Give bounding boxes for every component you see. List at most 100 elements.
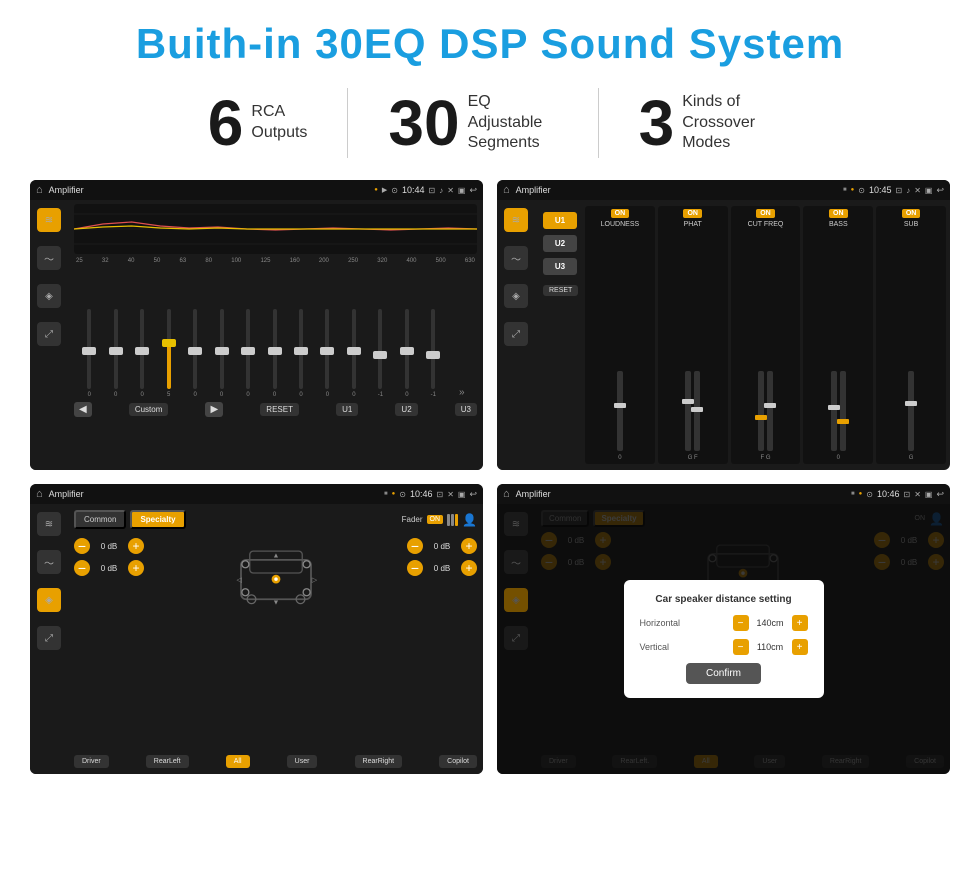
minus-rr[interactable]: − [407,560,423,576]
crossover-col-sub: ON SUB G [876,206,946,464]
eq-slider-11[interactable]: -1 [367,309,393,398]
wave-icon-3[interactable]: 〜 [37,550,61,574]
time-4: 10:46 [877,489,900,499]
all-button[interactable]: All [226,755,250,768]
horizontal-value: 140cm [753,618,788,628]
wave-icon-1[interactable]: 〜 [37,246,61,270]
location-icon-4: ⊙ [866,490,873,499]
horizontal-minus-button[interactable]: − [733,615,749,631]
stats-row: 6 RCA Outputs 30 EQ Adjustable Segments … [30,88,950,158]
minus-fr[interactable]: − [407,538,423,554]
vertical-label: Vertical [640,642,670,652]
tab-common-3[interactable]: Common [74,510,126,529]
win-icon-4: ▣ [925,490,933,499]
horizontal-plus-button[interactable]: + [792,615,808,631]
vertical-value: 110cm [753,642,788,652]
eq-icon-3[interactable]: ≋ [37,512,61,536]
user-button[interactable]: User [287,755,318,768]
statusbar-1: ⌂ Amplifier ● ▶ ⊙ 10:44 ⊡ ♪ ✕ ▣ ↩ [30,180,483,200]
eq-slider-0[interactable]: 0 [76,309,102,398]
driver-button[interactable]: Driver [74,755,109,768]
statusbar-4: ⌂ Amplifier ■ ● ⊙ 10:46 ⊡ ✕ ▣ ↩ [497,484,950,504]
expand-icon-2[interactable]: ⤢ [504,322,528,346]
eq-slider-6[interactable]: 0 [235,309,261,398]
eq-reset-button[interactable]: RESET [260,403,299,416]
play-icon-1: ▶ [382,186,387,194]
vol-icon-3: ✕ [447,490,454,499]
minus-fl[interactable]: − [74,538,90,554]
speaker-icon-1[interactable]: ◈ [37,284,61,308]
copilot-button[interactable]: Copilot [439,755,477,768]
rearleft-button[interactable]: RearLeft [146,755,189,768]
eq-u2-button[interactable]: U2 [395,403,417,416]
eq-icon-2[interactable]: ≋ [504,208,528,232]
plus-rr[interactable]: + [461,560,477,576]
time-3: 10:46 [410,489,433,499]
plus-rl[interactable]: + [128,560,144,576]
stat-rca: 6 RCA Outputs [168,91,348,155]
rearright-button[interactable]: RearRight [355,755,403,768]
stat-text-rca: RCA Outputs [251,102,307,144]
eq-slider-3[interactable]: 5 [155,309,181,398]
freq-80: 80 [205,258,212,264]
camera-icon-2: ⊡ [895,186,902,195]
eq-slider-9[interactable]: 0 [314,309,340,398]
db-val-rr: 0 dB [427,564,457,573]
vol-icon-2: ♪ [906,186,910,195]
expand-icon-3[interactable]: ⤢ [37,626,61,650]
u3-button[interactable]: U3 [543,258,577,275]
on-badge-fader: ON [427,515,444,524]
stat-text-eq: EQ Adjustable Segments [468,92,558,154]
speaker-icon-2[interactable]: ◈ [504,284,528,308]
eq-slider-4[interactable]: 0 [182,309,208,398]
x-icon-1: ✕ [447,186,454,195]
eq-icon-1[interactable]: ≋ [37,208,61,232]
plus-fl[interactable]: + [128,538,144,554]
eq-slider-12[interactable]: 0 [394,309,420,398]
eq-slider-10[interactable]: 0 [341,309,367,398]
minus-rl[interactable]: − [74,560,90,576]
screen2-content: ≋ 〜 ◈ ⤢ U1 U2 U3 RESET [497,200,950,470]
eq-slider-2[interactable]: 0 [129,309,155,398]
db-row-rr: − 0 dB + [407,560,477,576]
fader-label: Fader [402,515,423,524]
x-icon-3: ▣ [458,490,466,499]
vertical-minus-button[interactable]: − [733,639,749,655]
reset-crossover-button[interactable]: RESET [543,285,578,296]
eq-slider-8[interactable]: 0 [288,309,314,398]
stat-crossover: 3 Kinds of Crossover Modes [599,91,813,155]
u1-button[interactable]: U1 [543,212,577,229]
expand-icon-1[interactable]: ⤢ [37,322,61,346]
freq-100: 100 [231,258,241,264]
eq-slider-more[interactable]: » [449,387,475,398]
screen-eq-sliders: ⌂ Amplifier ● ▶ ⊙ 10:44 ⊡ ♪ ✕ ▣ ↩ ≋ 〜 ◈ … [30,180,483,470]
eq-u1-button[interactable]: U1 [336,403,358,416]
crossover-col-bass: ON BASS 0 [803,206,873,464]
eq-slider-13[interactable]: -1 [420,309,446,398]
eq-slider-1[interactable]: 0 [102,309,128,398]
eq-next-button[interactable]: ▶ [205,402,223,417]
left-icons-2: ≋ 〜 ◈ ⤢ [497,200,535,470]
u2-button[interactable]: U2 [543,235,577,252]
eq-u3-button[interactable]: U3 [455,403,477,416]
vertical-plus-button[interactable]: + [792,639,808,655]
eq-prev-button[interactable]: ◀ [74,402,92,417]
dialog-row-vertical: Vertical − 110cm + [640,639,808,655]
fader-main: Common Specialty Fader ON 👤 [68,504,483,774]
confirm-button[interactable]: Confirm [686,663,761,684]
time-2: 10:45 [869,185,892,195]
svg-text:◁: ◁ [236,577,242,584]
dot-icon-4: ■ [851,491,855,497]
plus-fr[interactable]: + [461,538,477,554]
vertical-controls: − 110cm + [733,639,808,655]
wave-icon-2[interactable]: 〜 [504,246,528,270]
freq-125: 125 [260,258,270,264]
speaker-icon-3[interactable]: ◈ [37,588,61,612]
eq-slider-5[interactable]: 0 [208,309,234,398]
eq-slider-7[interactable]: 0 [261,309,287,398]
vol-icon-4: ✕ [914,490,921,499]
stat-eq: 30 EQ Adjustable Segments [348,91,597,155]
tab-specialty-3[interactable]: Specialty [130,510,185,529]
fader-bottom-row: Driver RearLeft All User RearRight Copil… [74,755,477,768]
eq-custom-button[interactable]: Custom [129,403,169,416]
